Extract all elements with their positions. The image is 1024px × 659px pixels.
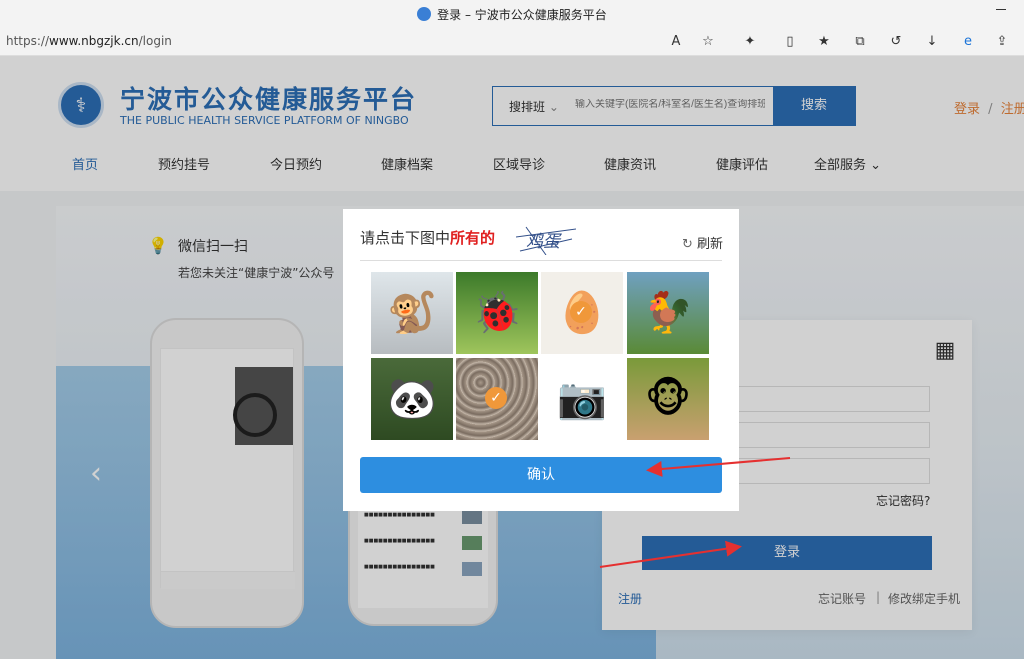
captcha-tile-pebbles[interactable]: ✓ (456, 358, 538, 440)
camera-icon: 📷 (557, 376, 607, 422)
captcha-tile-chickens[interactable]: 🐓✓ (627, 272, 709, 354)
captcha-tile-snow-monkey[interactable]: 🐒✓ (371, 272, 453, 354)
ladybug-icon: 🐞 (472, 290, 522, 336)
web-page: ⚕ 宁波市公众健康服务平台 THE PUBLIC HEALTH SERVICE … (0, 56, 1024, 659)
captcha-dialog: 请点击下图中所有的 鸡蛋 ↻ 刷新 🐒✓ 🐞✓ 🥚✓ 🐓✓ 🐼✓ ✓ 📷✓ 🐵✓… (343, 209, 739, 511)
minimize-icon[interactable] (996, 9, 1006, 10)
captcha-tile-panda[interactable]: 🐼✓ (371, 358, 453, 440)
captcha-refresh-button[interactable]: ↻ 刷新 (682, 233, 723, 252)
favorites-icon[interactable]: ★ (816, 34, 832, 50)
monkey-icon: 🐒 (387, 290, 437, 336)
browser-title-bar: 登录 – 宁波市公众健康服务平台 (0, 0, 1024, 28)
url-text[interactable]: https://www.nbgzjk.cn/login (6, 34, 172, 48)
site-favicon-icon (417, 7, 432, 21)
captcha-target-word: 鸡蛋 (515, 225, 577, 256)
monkey-icon: 🐵 (644, 376, 692, 422)
panda-icon: 🐼 (387, 376, 437, 422)
share-icon[interactable]: ⇪ (994, 34, 1010, 50)
extensions-icon[interactable]: ✦ (742, 34, 758, 50)
read-aloud-icon[interactable]: A (668, 34, 684, 50)
captcha-tile-camera[interactable]: 📷✓ (541, 358, 623, 440)
ie-mode-icon[interactable]: e (960, 34, 976, 50)
check-icon: ✓ (485, 387, 507, 409)
split-screen-icon[interactable]: ▯ (782, 34, 798, 50)
captcha-divider (360, 260, 722, 261)
check-icon: ✓ (570, 301, 592, 323)
chicken-icon: 🐓 (643, 290, 693, 336)
refresh-icon: ↻ (681, 237, 693, 252)
captcha-confirm-button[interactable]: 确认 (360, 457, 722, 493)
downloads-icon[interactable]: ↓ (924, 34, 940, 50)
collections-icon[interactable]: ⧉ (852, 34, 868, 50)
address-bar[interactable]: https://www.nbgzjk.cn/login A ☆ ✦ ▯ ★ ⧉ … (0, 28, 1024, 56)
favorite-star-icon[interactable]: ☆ (700, 34, 716, 50)
tab-title: 登录 – 宁波市公众健康服务平台 (437, 7, 607, 22)
captcha-tile-ladybug[interactable]: 🐞✓ (456, 272, 538, 354)
captcha-tile-eggs[interactable]: 🥚✓ (541, 272, 623, 354)
history-icon[interactable]: ↺ (888, 34, 904, 50)
captcha-tile-monkey-eating[interactable]: 🐵✓ (627, 358, 709, 440)
captcha-instruction: 请点击下图中所有的 (360, 229, 496, 247)
